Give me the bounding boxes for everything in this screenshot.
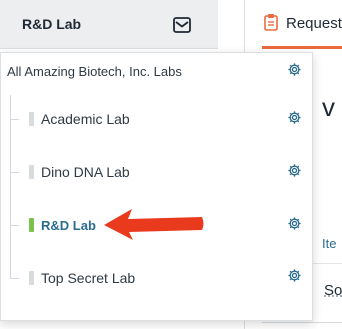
table-cell-fragment[interactable]: So bbox=[324, 282, 342, 299]
tab-requests-label: Request bbox=[286, 15, 342, 32]
column-header-fragment[interactable]: Ite bbox=[322, 236, 336, 251]
lab-switcher[interactable]: R&D Lab bbox=[0, 0, 218, 49]
lab-item-academic-lab[interactable]: Academic Lab bbox=[1, 102, 312, 136]
lab-item-label: R&D Lab bbox=[41, 218, 96, 233]
lab-item-dino-dna-lab[interactable]: Dino DNA Lab bbox=[1, 155, 312, 189]
lab-item-label: Academic Lab bbox=[41, 111, 130, 127]
clipboard-icon bbox=[264, 14, 278, 31]
organization-label[interactable]: All Amazing Biotech, Inc. Labs bbox=[7, 64, 182, 79]
app-window: R&D Lab Request v R Ite So All Amazing B… bbox=[0, 0, 342, 329]
envelope-icon[interactable] bbox=[173, 17, 191, 33]
lab-status-marker bbox=[29, 165, 34, 179]
row-divider bbox=[262, 322, 342, 323]
gear-icon[interactable] bbox=[287, 110, 302, 125]
tab-requests[interactable]: Request bbox=[262, 0, 342, 49]
gear-icon[interactable] bbox=[287, 216, 302, 231]
lab-status-marker bbox=[29, 271, 34, 285]
row-divider bbox=[312, 263, 342, 264]
lab-item-label: Dino DNA Lab bbox=[41, 164, 130, 180]
lab-item-top-secret-lab[interactable]: Top Secret Lab bbox=[1, 261, 312, 295]
lab-dropdown-menu: All Amazing Biotech, Inc. Labs Academic … bbox=[0, 52, 313, 321]
lab-item-label: Top Secret Lab bbox=[41, 270, 136, 286]
annotation-arrow-icon bbox=[104, 209, 204, 240]
gear-icon[interactable] bbox=[287, 163, 302, 178]
gear-icon[interactable] bbox=[287, 62, 302, 77]
lab-status-marker bbox=[29, 112, 34, 126]
active-tab-indicator bbox=[262, 46, 342, 49]
gear-icon[interactable] bbox=[287, 268, 302, 283]
lab-active-marker bbox=[29, 218, 34, 232]
current-lab-title[interactable]: R&D Lab bbox=[22, 16, 81, 32]
page-heading-fragment: v R bbox=[322, 92, 342, 122]
